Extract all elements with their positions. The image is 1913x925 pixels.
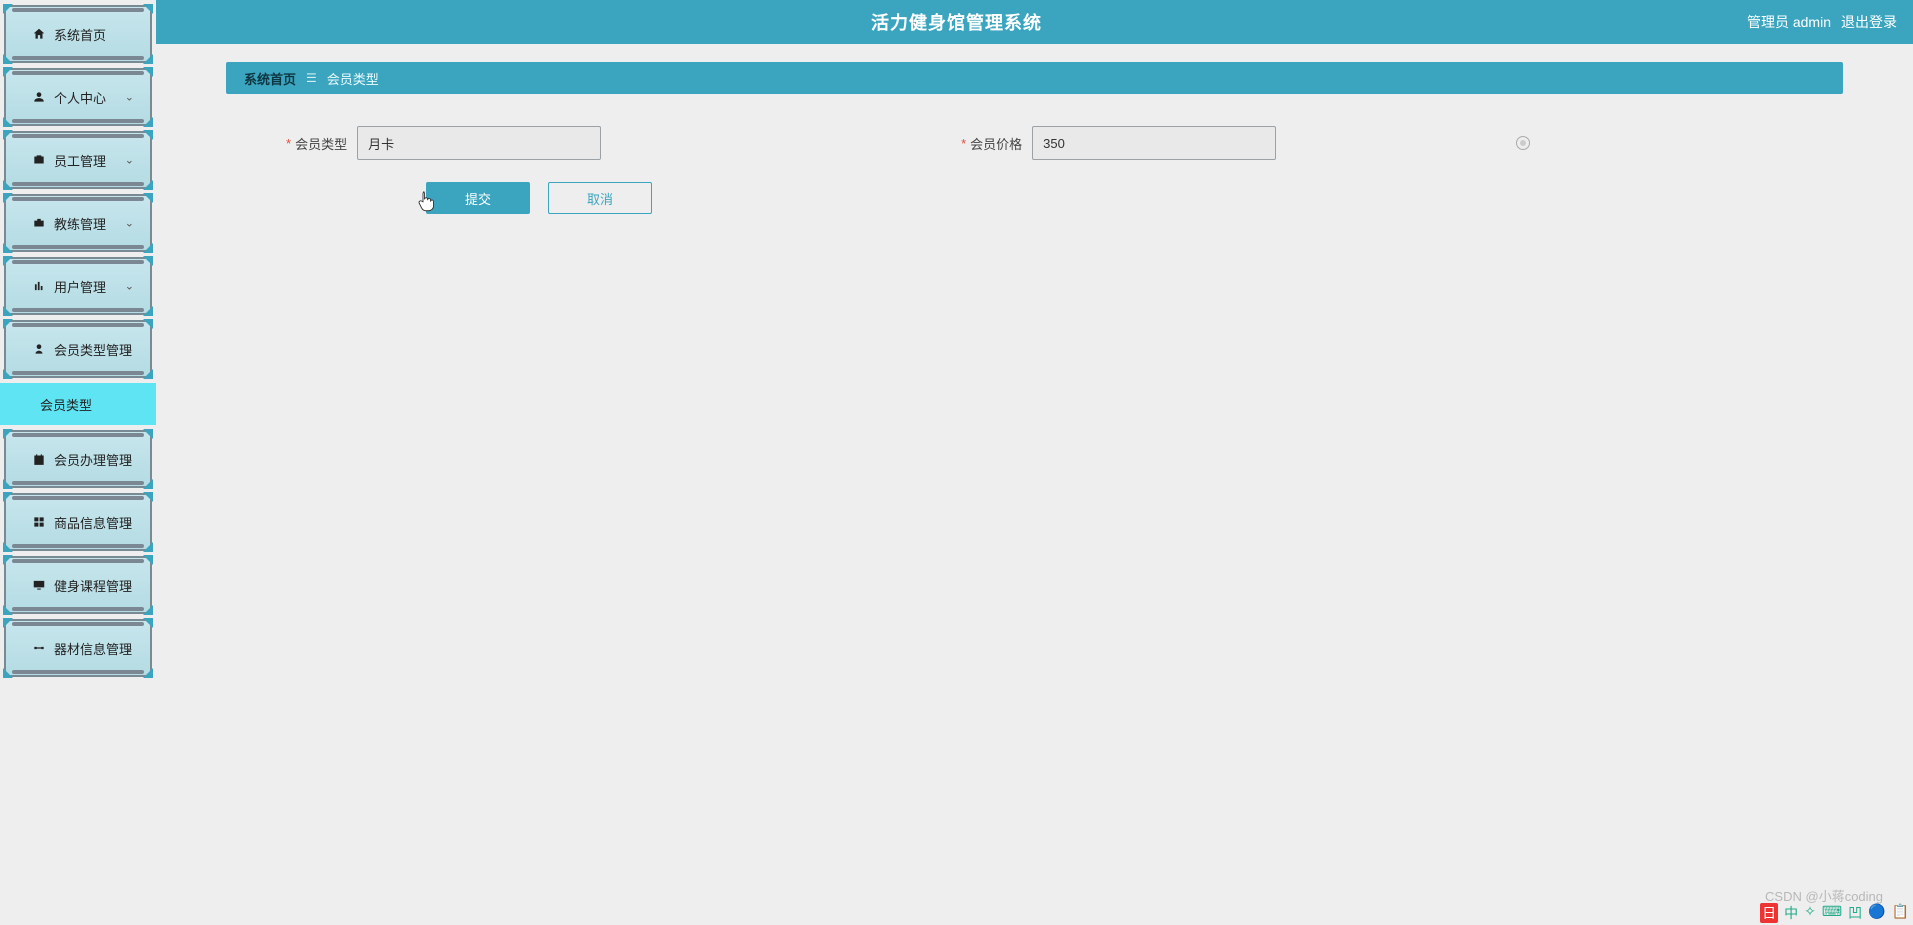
app-title: 活力健身馆管理系统	[871, 9, 1042, 35]
required-mark: *	[961, 136, 966, 151]
sidebar-item-product[interactable]: 商品信息管理 ⌄	[4, 493, 152, 551]
chevron-down-icon: ⌄	[125, 154, 134, 167]
sidebar-item-label: 教练管理	[54, 214, 106, 233]
chevron-down-icon: ⌄	[125, 642, 134, 655]
sidebar-item-label: 个人中心	[54, 88, 106, 107]
sidebar-sub-member-type[interactable]: 会员类型	[0, 383, 156, 425]
field-member-type: * 会员类型	[286, 126, 601, 160]
submit-button[interactable]: 提交	[426, 182, 530, 214]
sidebar-item-label: 健身课程管理	[54, 576, 132, 595]
member-price-input[interactable]	[1032, 126, 1276, 160]
chevron-down-icon: ⌄	[125, 579, 134, 592]
header-right: 管理员 admin 退出登录	[1747, 0, 1897, 44]
breadcrumb-sep-icon: ☰	[306, 71, 317, 85]
equipment-icon	[32, 641, 46, 655]
tray-clipboard-icon[interactable]: 📋	[1892, 903, 1909, 923]
sidebar-item-label: 会员类型管理	[54, 340, 132, 359]
main-content: 系统首页 ☰ 会员类型 * 会员类型 * 会员价格 提交 取消	[156, 44, 1913, 925]
sidebar-item-users[interactable]: 用户管理 ⌄	[4, 257, 152, 315]
sidebar-item-label: 员工管理	[54, 151, 106, 170]
sidebar-item-label: 器材信息管理	[54, 639, 132, 658]
sidebar-item-staff[interactable]: 员工管理 ⌄	[4, 131, 152, 189]
tray-lang-icon[interactable]: 中	[1784, 903, 1798, 923]
sidebar-item-member-type[interactable]: 会员类型管理 ⌄	[4, 320, 152, 378]
top-header: 活力健身馆管理系统 管理员 admin 退出登录	[0, 0, 1913, 44]
home-icon	[32, 27, 46, 41]
sidebar-item-coach[interactable]: 教练管理 ⌄	[4, 194, 152, 252]
chevron-down-icon: ⌄	[125, 343, 134, 356]
member-type-input[interactable]	[357, 126, 601, 160]
sidebar-item-home[interactable]: 系统首页	[4, 5, 152, 63]
form-area: * 会员类型 * 会员价格 提交 取消	[226, 126, 1843, 214]
clipboard-icon	[32, 452, 46, 466]
member-price-label: 会员价格	[970, 134, 1022, 153]
sidebar-item-equipment[interactable]: 器材信息管理 ⌄	[4, 619, 152, 677]
tray-ime-icon[interactable]: 日	[1760, 903, 1778, 923]
grid-icon	[32, 515, 46, 529]
sidebar: 系统首页 个人中心 ⌄ 员工管理 ⌄ 教练管理 ⌄ 用户管理 ⌄ 会员类型管理 …	[0, 0, 156, 925]
badge-icon	[32, 153, 46, 167]
button-row: 提交 取消	[286, 182, 1843, 214]
monitor-icon	[32, 578, 46, 592]
tray-symbol-icon[interactable]: ✧	[1804, 903, 1816, 923]
chevron-down-icon: ⌄	[125, 217, 134, 230]
radio-indicator[interactable]	[1516, 136, 1530, 150]
chevron-down-icon: ⌄	[125, 453, 134, 466]
member-icon	[32, 342, 46, 356]
chart-icon	[32, 279, 46, 293]
logout-link[interactable]: 退出登录	[1841, 12, 1897, 32]
user-icon	[32, 90, 46, 104]
field-member-price: * 会员价格	[961, 126, 1530, 160]
member-type-label: 会员类型	[295, 134, 347, 153]
sidebar-sub-label: 会员类型	[40, 395, 92, 414]
tray-panel-icon[interactable]: 凹	[1848, 903, 1862, 923]
chevron-down-icon: ⌄	[125, 91, 134, 104]
sidebar-item-profile[interactable]: 个人中心 ⌄	[4, 68, 152, 126]
tray-dot-icon[interactable]: 🔵	[1868, 903, 1885, 923]
chevron-down-icon: ⌄	[125, 516, 134, 529]
sidebar-item-course[interactable]: 健身课程管理 ⌄	[4, 556, 152, 614]
briefcase-icon	[32, 216, 46, 230]
sidebar-item-label: 会员办理管理	[54, 450, 132, 469]
sidebar-item-label: 系统首页	[54, 25, 106, 44]
breadcrumb-home[interactable]: 系统首页	[244, 69, 296, 88]
sidebar-item-member-handle[interactable]: 会员办理管理 ⌄	[4, 430, 152, 488]
system-tray: 日 中 ✧ ⌨ 凹 🔵 📋	[1760, 903, 1909, 923]
chevron-down-icon: ⌄	[125, 280, 134, 293]
sidebar-item-label: 用户管理	[54, 277, 106, 296]
cancel-button[interactable]: 取消	[548, 182, 652, 214]
form-row: * 会员类型 * 会员价格	[286, 126, 1843, 160]
sidebar-item-label: 商品信息管理	[54, 513, 132, 532]
tray-keyboard-icon[interactable]: ⌨	[1822, 903, 1842, 923]
breadcrumb: 系统首页 ☰ 会员类型	[226, 62, 1843, 94]
breadcrumb-current: 会员类型	[327, 69, 379, 88]
required-mark: *	[286, 136, 291, 151]
admin-label[interactable]: 管理员 admin	[1747, 12, 1831, 32]
